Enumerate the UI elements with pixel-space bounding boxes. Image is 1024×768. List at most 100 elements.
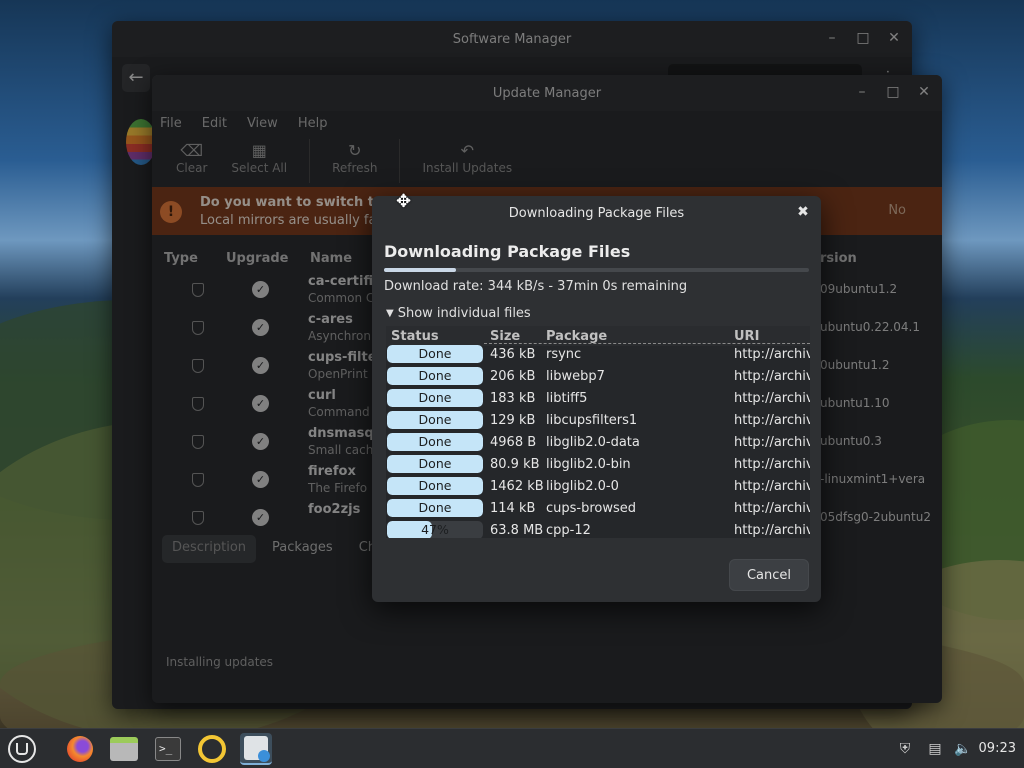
taskbar: >_ ⛨ ▤ 🔈 09:23 (0, 728, 1024, 768)
file-size: 206 kB (490, 368, 536, 384)
software-manager-title: Software Manager (452, 32, 572, 47)
cancel-button[interactable]: Cancel (729, 559, 809, 591)
maximize-icon[interactable]: □ (855, 30, 871, 46)
dialog-heading: Downloading Package Files (384, 242, 631, 261)
file-uri: http://archiv (734, 346, 810, 362)
close-icon[interactable]: ✕ (916, 84, 932, 100)
select-all-button[interactable]: ▦ Select All (219, 137, 299, 179)
shield-icon (192, 397, 204, 411)
file-uri: http://archiv (734, 500, 810, 516)
toolbar-separator (309, 139, 311, 183)
move-cursor-icon: ✥ (396, 191, 412, 212)
software-manager-launcher[interactable] (240, 733, 272, 765)
file-uri: http://archiv (734, 434, 810, 450)
checkbox-checked-icon[interactable]: ✓ (252, 357, 269, 374)
file-package: cpp-12 (546, 522, 591, 538)
shield-icon (192, 321, 204, 335)
minimize-icon[interactable]: – (854, 84, 870, 100)
file-row[interactable]: Done 206 kB libwebp7 http://archiv (386, 365, 810, 387)
col-name[interactable]: Name (310, 251, 352, 266)
file-row[interactable]: Done 114 kB cups-browsed http://archiv (386, 497, 810, 519)
update-launcher[interactable] (196, 733, 228, 765)
col-uri[interactable]: URI (734, 329, 810, 344)
files-launcher[interactable] (108, 733, 140, 765)
overall-progress-bar (384, 268, 809, 272)
file-row[interactable]: Done 129 kB libcupsfilters1 http://archiv (386, 409, 810, 431)
select-all-icon: ▦ (251, 141, 267, 160)
tab-packages[interactable]: Packages (262, 535, 343, 563)
menu-edit[interactable]: Edit (202, 116, 227, 131)
checkbox-checked-icon[interactable]: ✓ (252, 433, 269, 450)
col-upgrade[interactable]: Upgrade (226, 251, 288, 266)
tab-description[interactable]: Description (162, 535, 257, 563)
file-row[interactable]: Done 4968 B libglib2.0-data http://archiv (386, 431, 810, 453)
checkbox-checked-icon[interactable]: ✓ (252, 395, 269, 412)
maximize-icon[interactable]: □ (885, 84, 901, 100)
file-row[interactable]: Done 1462 kB libglib2.0-0 http://archiv (386, 475, 810, 497)
file-row[interactable]: Done 183 kB libtiff5 http://archiv (386, 387, 810, 409)
file-status: Done (386, 499, 488, 517)
select-all-label: Select All (231, 161, 288, 175)
file-row[interactable]: 47% 63.8 MB cpp-12 http://archiv (386, 519, 810, 538)
file-uri: http://archiv (734, 522, 810, 538)
refresh-label: Refresh (332, 161, 378, 175)
download-rate: Download rate: 344 kB/s - 37min 0s remai… (384, 279, 688, 294)
folder-icon (110, 737, 138, 761)
warning-icon: ! (160, 201, 182, 223)
file-row[interactable]: Done 436 kB rsync http://archiv (386, 343, 810, 365)
file-uri: http://archiv (734, 390, 810, 406)
col-package[interactable]: Package (546, 329, 734, 344)
network-icon[interactable]: ▤ (926, 740, 944, 758)
shield-icon[interactable]: ⛨ (896, 740, 914, 758)
file-status: Done (386, 345, 488, 363)
file-uri: http://archiv (734, 412, 810, 428)
refresh-button[interactable]: ↻ Refresh (320, 137, 389, 179)
file-progress-bar: 47% (387, 521, 483, 538)
file-package: rsync (546, 346, 582, 362)
minimize-icon[interactable]: – (824, 30, 840, 46)
mint-menu-button[interactable] (6, 733, 38, 765)
checkbox-checked-icon[interactable]: ✓ (252, 509, 269, 526)
file-status: Done (386, 477, 488, 495)
package-description: Asynchron (308, 329, 371, 343)
col-status[interactable]: Status (386, 329, 488, 344)
clear-button[interactable]: ⌫ Clear (164, 137, 219, 179)
file-row[interactable]: Done 80.9 kB libglib2.0-bin http://archiv (386, 453, 810, 475)
checkbox-checked-icon[interactable]: ✓ (252, 319, 269, 336)
close-icon[interactable]: ✖ (795, 204, 811, 220)
install-updates-label: Install Updates (422, 161, 513, 175)
col-size[interactable]: Size (488, 329, 546, 344)
firefox-launcher[interactable] (64, 733, 96, 765)
file-package: libwebp7 (546, 368, 605, 384)
col-version[interactable]: rsion (820, 251, 857, 266)
file-size: 436 kB (490, 346, 536, 362)
package-description: Common C (308, 291, 375, 305)
package-version: 09ubuntu1.2 (820, 282, 898, 296)
package-description: The Firefo (308, 481, 368, 495)
clear-icon: ⌫ (180, 141, 203, 160)
checkbox-checked-icon[interactable]: ✓ (252, 471, 269, 488)
file-package: cups-browsed (546, 500, 637, 516)
install-updates-button[interactable]: ↶ Install Updates (410, 137, 524, 179)
package-name: cups-filte (308, 350, 377, 365)
clock[interactable]: 09:23 (979, 741, 1016, 756)
banner-no-button[interactable]: No (888, 203, 906, 218)
package-version: 05dfsg0-2ubuntu2 (820, 510, 931, 524)
package-name: firefox (308, 464, 356, 479)
checkbox-checked-icon[interactable]: ✓ (252, 281, 269, 298)
file-package: libglib2.0-data (546, 434, 640, 450)
menu-help[interactable]: Help (298, 116, 328, 131)
software-manager-titlebar: Software Manager – □ ✕ (112, 21, 912, 57)
col-type[interactable]: Type (164, 251, 198, 266)
shield-icon (192, 435, 204, 449)
volume-icon[interactable]: 🔈 (954, 740, 972, 758)
terminal-icon: >_ (155, 737, 181, 761)
show-files-toggle[interactable]: ▼ Show individual files (386, 306, 531, 321)
back-arrow-icon[interactable]: ← (122, 64, 150, 92)
close-icon[interactable]: ✕ (886, 30, 902, 46)
menu-file[interactable]: File (160, 116, 182, 131)
menu-view[interactable]: View (247, 116, 278, 131)
terminal-launcher[interactable]: >_ (152, 733, 184, 765)
bag-icon (244, 736, 270, 762)
shield-icon (192, 283, 204, 297)
